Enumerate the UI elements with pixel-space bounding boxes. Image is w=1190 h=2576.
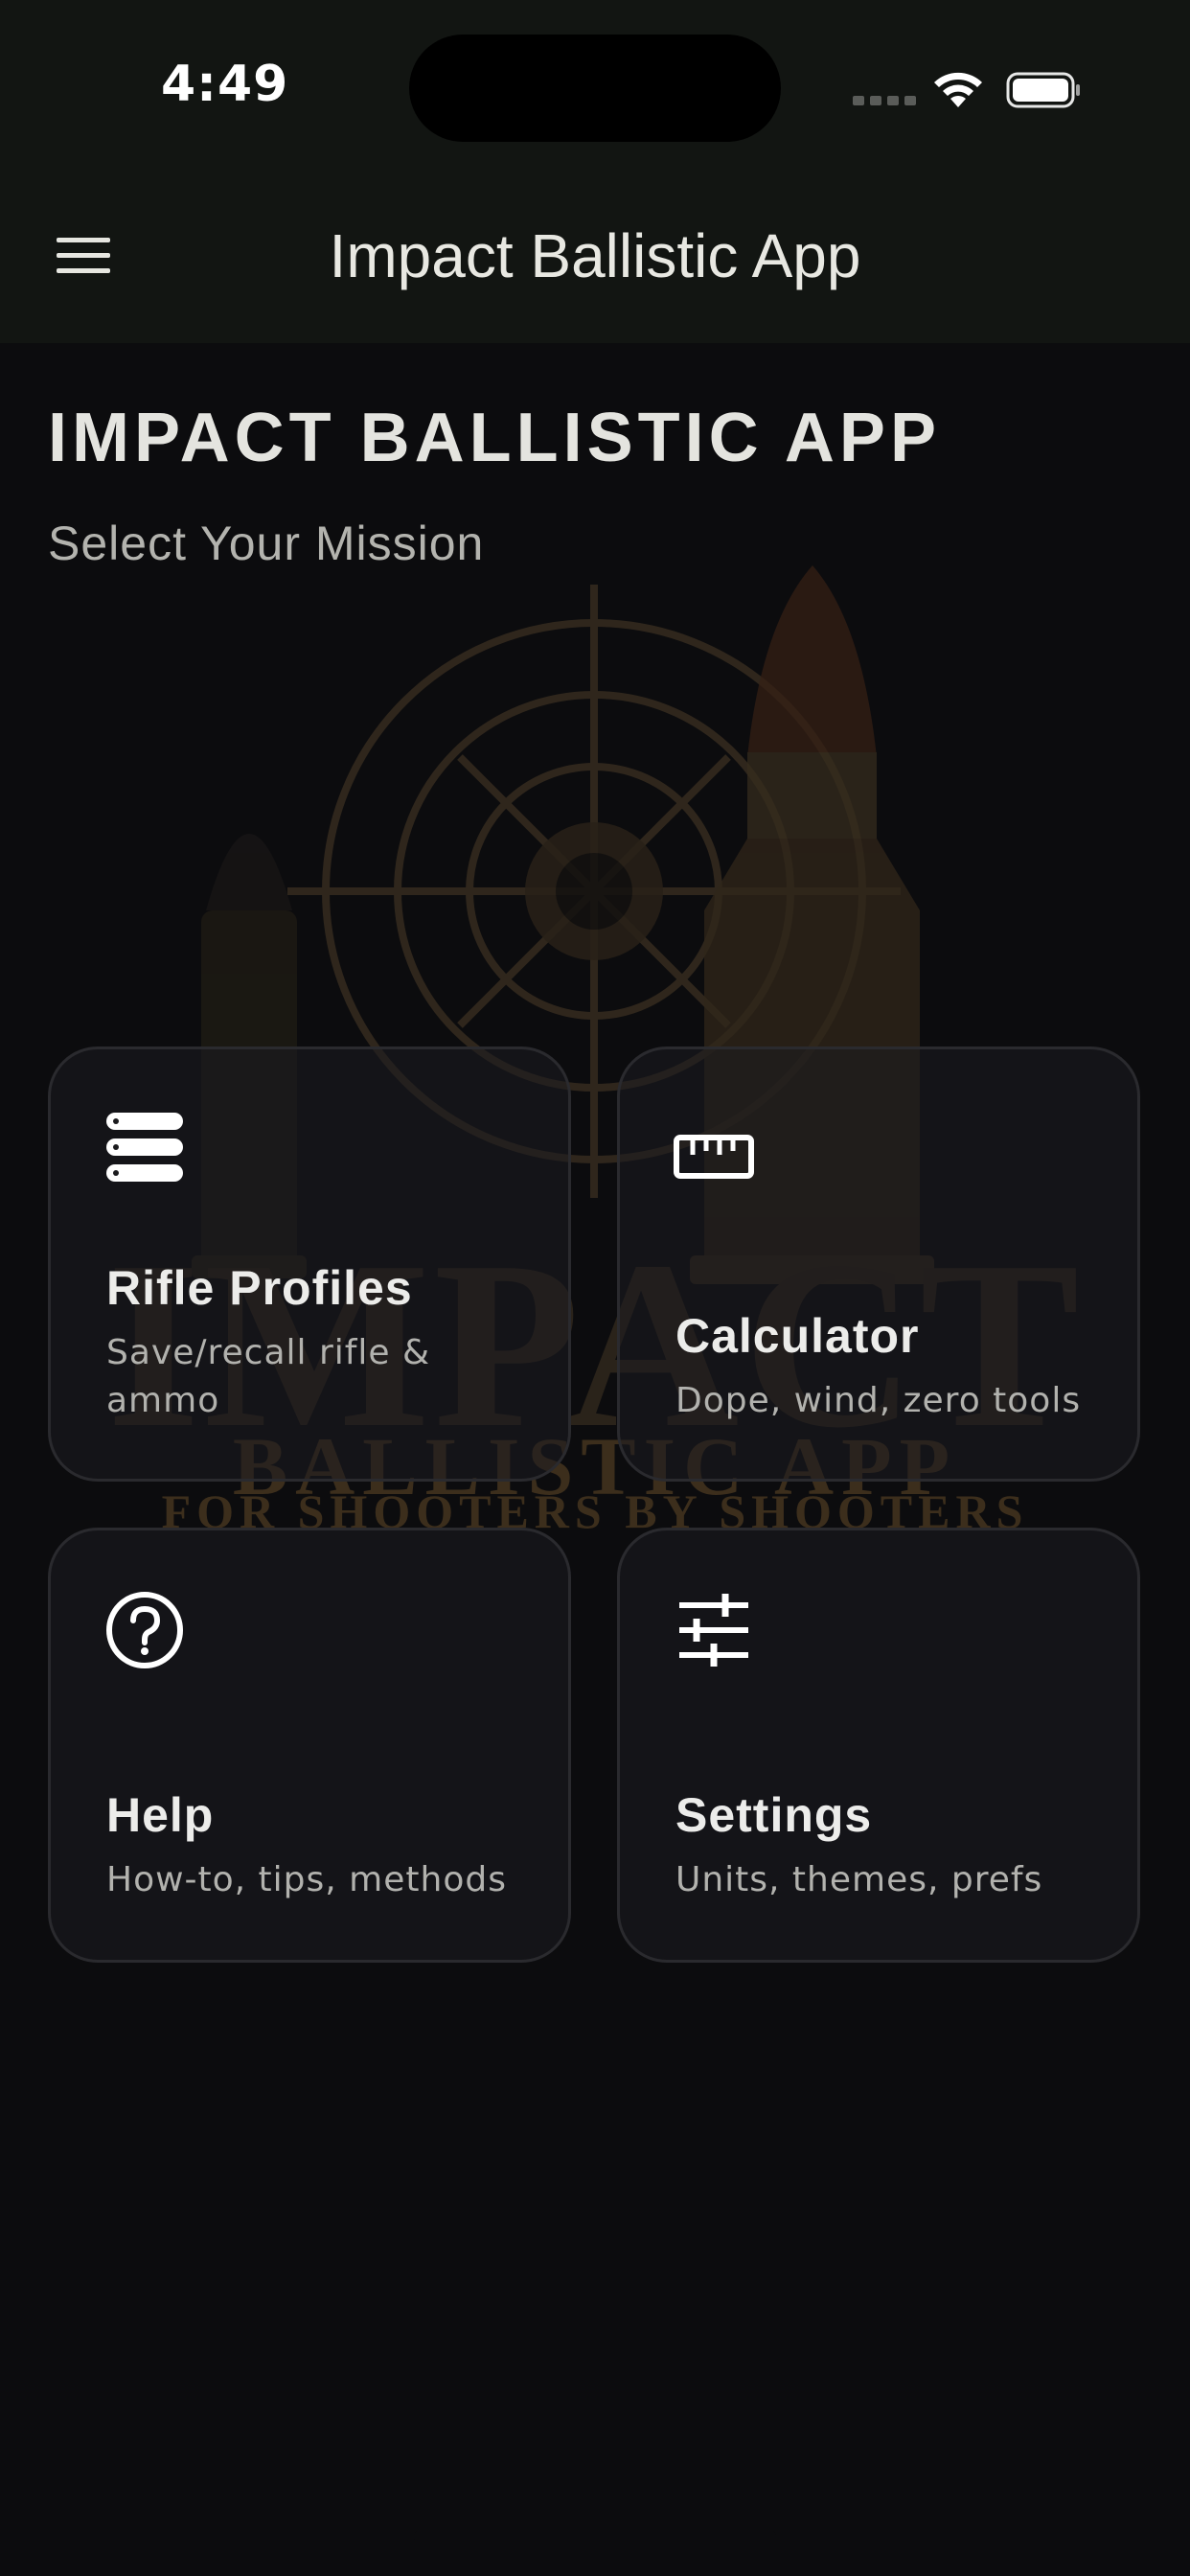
sliders-icon: [674, 1590, 754, 1670]
rifle-profiles-description: Save/recall rifle & ammo: [106, 1333, 431, 1420]
dynamic-island: [409, 34, 781, 142]
help-tile[interactable]: Help How-to, tips, methods: [48, 1528, 571, 1963]
app-bar: Impact Ballistic App: [0, 172, 1190, 343]
status-bar: 4:49: [0, 0, 1190, 172]
help-circle-icon: [104, 1590, 185, 1670]
help-title: Help: [106, 1788, 215, 1842]
app-bar-title: Impact Ballistic App: [329, 221, 861, 290]
settings-description: Units, themes, prefs: [675, 1860, 1043, 1899]
settings-title: Settings: [675, 1788, 873, 1842]
page-subtitle: Select Your Mission: [48, 517, 485, 570]
status-time: 4:49: [161, 56, 289, 113]
stacked-list-icon: [104, 1107, 185, 1187]
calculator-tile[interactable]: Calculator Dope, wind, zero tools: [617, 1046, 1140, 1482]
rifle-profiles-tile[interactable]: Rifle Profiles Save/recall rifle & ammo: [48, 1046, 571, 1482]
wifi-icon: [934, 72, 982, 107]
calculator-title: Calculator: [675, 1309, 920, 1363]
cellular-signal-icon: [853, 96, 916, 105]
home-indicator: [414, 2530, 776, 2543]
ruler-icon: [674, 1118, 754, 1199]
rifle-profiles-title: Rifle Profiles: [106, 1261, 413, 1315]
calculator-description: Dope, wind, zero tools: [675, 1381, 1082, 1420]
help-description: How-to, tips, methods: [106, 1860, 507, 1899]
battery-icon: [1006, 72, 1080, 108]
page-title: IMPACT BALLISTIC APP: [48, 400, 941, 476]
settings-tile[interactable]: Settings Units, themes, prefs: [617, 1528, 1140, 1963]
